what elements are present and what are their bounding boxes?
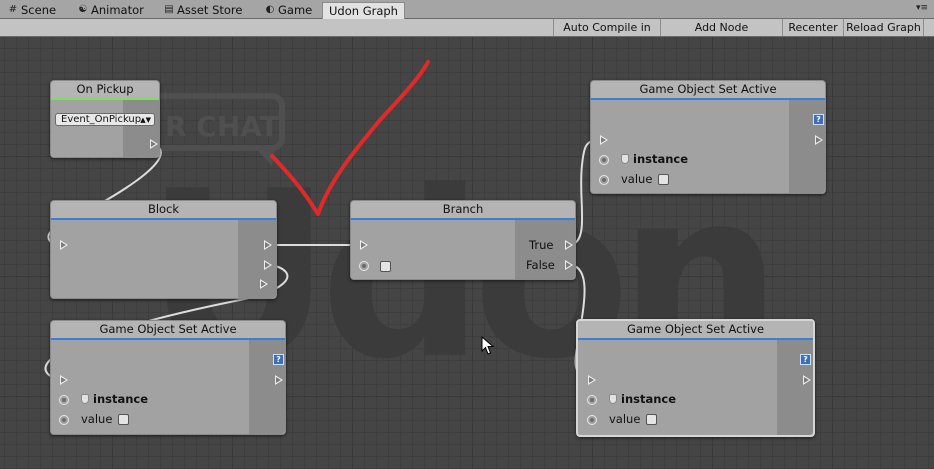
instance-label: instance xyxy=(621,392,677,406)
flow-input-port[interactable] xyxy=(60,240,68,250)
value-label: value xyxy=(621,172,653,186)
node-title: Game Object Set Active xyxy=(51,321,285,338)
instance-input-port[interactable] xyxy=(599,155,609,165)
flow-input-port[interactable] xyxy=(600,135,608,145)
flow-output-port-1[interactable] xyxy=(264,240,272,250)
gameobject-icon xyxy=(621,154,629,164)
flow-input-port[interactable] xyxy=(60,375,68,385)
true-output-port[interactable] xyxy=(565,240,573,250)
help-icon[interactable]: ? xyxy=(273,354,284,365)
instance-input-port[interactable] xyxy=(59,395,69,405)
instance-label: instance xyxy=(93,392,149,406)
node-title: Game Object Set Active xyxy=(591,81,825,98)
condition-checkbox[interactable] xyxy=(380,261,391,272)
node-game-object-set-active-right[interactable]: Game Object Set Active ? instance value xyxy=(576,319,815,437)
false-label: False xyxy=(526,258,555,272)
value-checkbox[interactable] xyxy=(658,174,669,185)
value-label: value xyxy=(81,412,113,426)
flow-input-port[interactable] xyxy=(588,375,596,385)
red-checkmark-annotation xyxy=(270,60,430,216)
flow-output-port[interactable] xyxy=(803,375,811,385)
node-title: On Pickup xyxy=(51,81,159,98)
event-dropdown-value: Event_OnPickup xyxy=(61,114,142,125)
true-label: True xyxy=(529,238,554,252)
event-dropdown[interactable]: Event_OnPickup ▲▼ xyxy=(55,113,155,126)
instance-label: instance xyxy=(633,152,689,166)
node-game-object-set-active-left[interactable]: Game Object Set Active ? instance value xyxy=(50,320,286,435)
flow-output-port[interactable] xyxy=(150,139,158,149)
help-icon[interactable]: ? xyxy=(800,354,811,365)
value-input-port[interactable] xyxy=(587,415,597,425)
flow-output-port[interactable] xyxy=(815,135,823,145)
flow-output-port-3[interactable] xyxy=(260,279,268,289)
help-icon[interactable]: ? xyxy=(813,114,824,125)
node-branch[interactable]: Branch True False xyxy=(350,200,576,280)
node-block[interactable]: Block xyxy=(50,200,277,299)
mouse-cursor-icon xyxy=(481,336,495,355)
node-on-pickup[interactable]: On Pickup Event_OnPickup ▲▼ xyxy=(50,80,160,158)
gameobject-icon xyxy=(609,394,617,404)
value-label: value xyxy=(609,412,641,426)
node-output-column xyxy=(238,220,276,298)
instance-input-port[interactable] xyxy=(587,395,597,405)
chevron-updown-icon: ▲▼ xyxy=(140,116,151,124)
node-title: Branch xyxy=(351,201,575,218)
flow-output-port-2[interactable] xyxy=(264,260,272,270)
gameobject-icon xyxy=(81,394,89,404)
node-game-object-set-active-top[interactable]: Game Object Set Active ? instance value xyxy=(590,80,826,194)
flow-input-port[interactable] xyxy=(360,240,368,250)
flow-output-port[interactable] xyxy=(275,375,283,385)
condition-input-port[interactable] xyxy=(359,261,369,271)
value-input-port[interactable] xyxy=(59,415,69,425)
node-title: Block xyxy=(51,201,276,218)
value-checkbox[interactable] xyxy=(646,414,657,425)
value-input-port[interactable] xyxy=(599,175,609,185)
value-checkbox[interactable] xyxy=(118,414,129,425)
node-title: Game Object Set Active xyxy=(578,321,813,338)
false-output-port[interactable] xyxy=(565,260,573,270)
